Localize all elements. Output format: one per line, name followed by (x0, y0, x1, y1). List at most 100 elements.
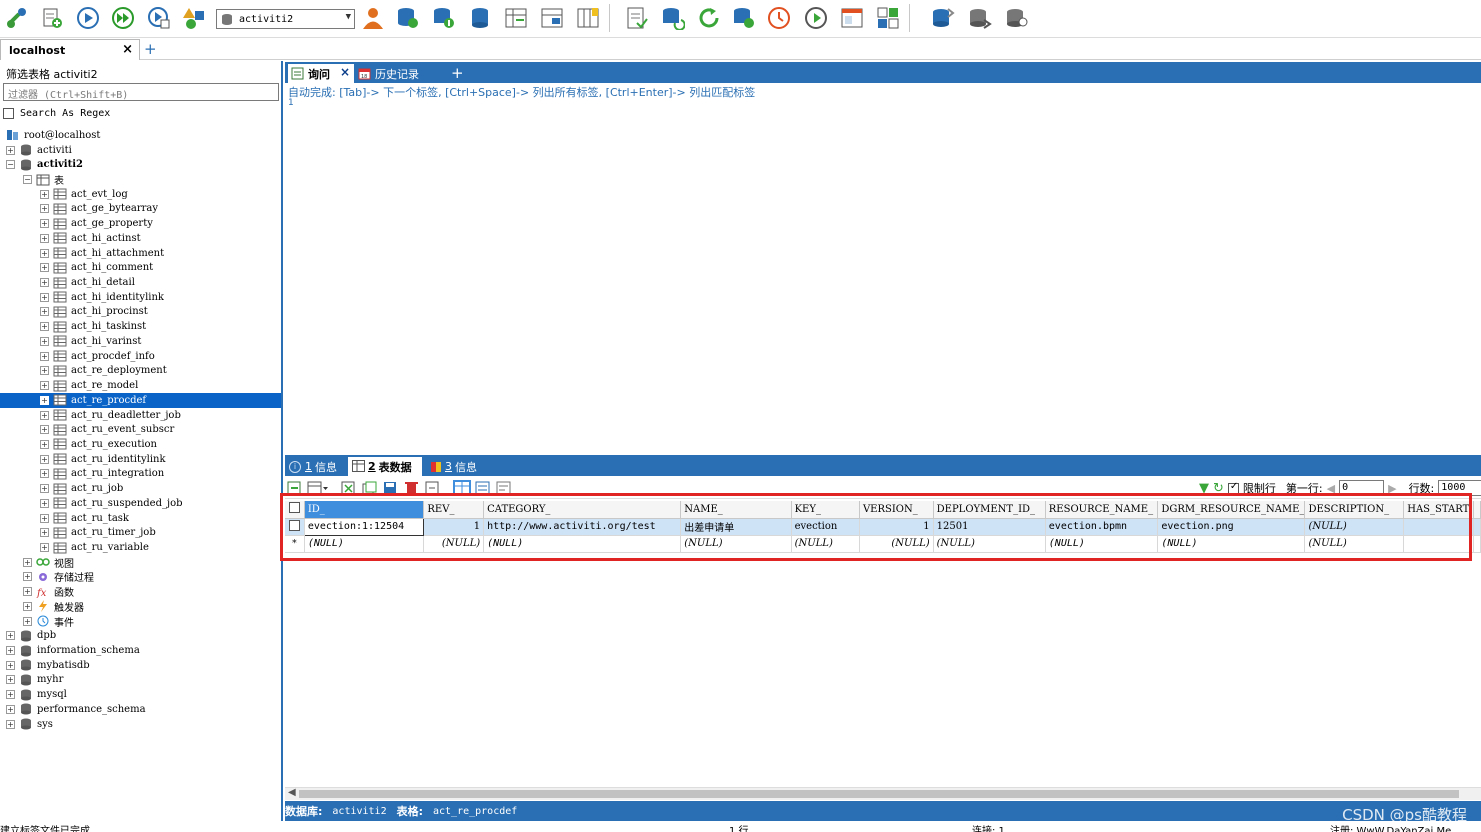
scroll-left-icon[interactable]: ◀ (288, 787, 296, 798)
expand-icon[interactable]: + (40, 425, 49, 435)
tree-item-table[interactable]: + act_ru_integration (40, 467, 164, 482)
tab-table-data[interactable]: 2 表数据 (348, 457, 422, 476)
tree-item[interactable]: − 表 (23, 172, 64, 187)
execute-icon[interactable] (76, 6, 100, 30)
tree-item[interactable]: + performance_schema (6, 702, 146, 717)
scheduler-icon[interactable] (804, 6, 828, 30)
layout-icon[interactable] (876, 6, 900, 30)
expand-icon[interactable]: + (40, 484, 49, 494)
schema-designer-icon[interactable] (183, 6, 207, 30)
new-query-icon[interactable] (40, 6, 64, 30)
tree-item[interactable]: + 事件 (23, 614, 74, 629)
tree-item[interactable]: + 触发器 (23, 599, 84, 614)
tree-item[interactable]: root@localhost (6, 128, 100, 143)
tree-item-table[interactable]: + act_hi_attachment (40, 246, 164, 261)
scroll-thumb[interactable] (299, 790, 1459, 798)
restore-icon[interactable] (732, 6, 756, 30)
execute-all-icon[interactable] (111, 6, 135, 30)
tree-item[interactable]: + mysql (6, 687, 67, 702)
expand-icon[interactable]: + (40, 439, 49, 449)
expand-icon[interactable]: + (23, 572, 32, 582)
expand-icon[interactable]: + (23, 557, 32, 567)
tree-item-table[interactable]: + act_hi_procinst (40, 305, 148, 320)
tree-item[interactable]: + fx 函数 (23, 584, 74, 599)
tree-item-table[interactable]: + act_ru_execution (40, 437, 157, 452)
tree-item-table[interactable]: + act_ru_timer_job (40, 525, 156, 540)
tree-item-table[interactable]: + act_ge_property (40, 216, 153, 231)
expand-icon[interactable]: + (40, 292, 49, 302)
tab-query[interactable]: 询问 × (288, 64, 354, 83)
expand-icon[interactable]: + (40, 248, 49, 258)
expand-icon[interactable]: + (6, 675, 15, 685)
expand-icon[interactable]: + (6, 719, 15, 729)
filter-input[interactable]: 过滤器 (Ctrl+Shift+B) (3, 83, 279, 101)
expand-icon[interactable]: + (40, 528, 49, 538)
backup-icon[interactable] (396, 6, 420, 30)
expand-icon[interactable]: + (40, 307, 49, 317)
connection-icon[interactable] (5, 6, 29, 30)
tree-item-table[interactable]: + act_hi_actinst (40, 231, 141, 246)
visual-compare-icon[interactable] (576, 6, 600, 30)
tree-item-table[interactable]: + act_ru_deadletter_job (40, 408, 181, 423)
expand-icon[interactable]: + (40, 381, 49, 391)
tree-item-table[interactable]: + act_re_model (40, 378, 138, 393)
tree-item-table[interactable]: + act_hi_identitylink (40, 290, 164, 305)
expand-icon[interactable]: + (23, 601, 32, 611)
tree-item-table[interactable]: + act_ru_identitylink (40, 452, 166, 467)
execute-step-icon[interactable] (147, 6, 171, 30)
database-transfer-icon[interactable] (968, 6, 992, 30)
expand-icon[interactable]: + (6, 145, 15, 155)
tree-item[interactable]: + myhr (6, 673, 63, 688)
tree-item-table[interactable]: + act_ru_event_subscr (40, 422, 174, 437)
window-icon[interactable] (840, 6, 864, 30)
connection-tab-localhost[interactable]: localhost × (0, 39, 140, 60)
expand-icon[interactable]: + (40, 263, 49, 273)
tree-item-table[interactable]: + act_evt_log (40, 187, 128, 202)
expand-icon[interactable]: + (40, 395, 49, 405)
expand-icon[interactable]: + (40, 278, 49, 288)
database-select[interactable]: activiti2 ▼ (216, 9, 355, 29)
tree-item[interactable]: + mybatisdb (6, 658, 90, 673)
expand-icon[interactable]: + (40, 498, 49, 508)
tree-item[interactable]: + 存储过程 (23, 570, 94, 584)
tree-item[interactable]: + dpb (6, 628, 56, 643)
tree-item[interactable]: + 视图 (23, 555, 74, 570)
tree-item-table[interactable]: + act_hi_varinst (40, 334, 141, 349)
tree-item-table[interactable]: + act_hi_detail (40, 275, 135, 290)
close-icon[interactable]: × (122, 42, 133, 57)
expand-icon[interactable]: + (40, 454, 49, 464)
expand-icon[interactable]: + (6, 704, 15, 714)
expand-icon[interactable]: + (6, 631, 15, 641)
expand-icon[interactable]: + (23, 616, 32, 626)
expand-icon[interactable]: + (40, 189, 49, 199)
expand-icon[interactable]: + (6, 646, 15, 656)
close-icon[interactable]: × (340, 65, 350, 79)
history-icon[interactable] (767, 6, 791, 30)
tree-item[interactable]: + sys (6, 717, 53, 732)
refresh-icon[interactable] (697, 6, 721, 30)
expand-icon[interactable]: + (23, 587, 32, 597)
add-connection-tab-button[interactable]: + (144, 40, 157, 58)
data-sync-icon[interactable] (504, 6, 528, 30)
tree-item[interactable]: − activiti2 (6, 157, 83, 172)
tree-item-table[interactable]: + act_ru_suspended_job (40, 496, 183, 511)
expand-icon[interactable]: + (40, 410, 49, 420)
user-manager-icon[interactable] (361, 6, 385, 30)
query-builder-icon[interactable] (625, 6, 649, 30)
query-editor[interactable] (285, 83, 1481, 453)
database-copy-icon[interactable] (931, 6, 955, 30)
tab-history[interactable]: 18 历史记录 (355, 64, 445, 83)
expand-icon[interactable]: + (40, 351, 49, 361)
tree-item-table[interactable]: + act_hi_comment (40, 260, 153, 275)
horizontal-scrollbar[interactable]: ◀ (285, 787, 1481, 800)
expand-icon[interactable]: + (40, 233, 49, 243)
expand-icon[interactable]: + (40, 322, 49, 332)
tree-item-table[interactable]: + act_ru_variable (40, 540, 149, 555)
regex-checkbox[interactable] (3, 108, 14, 119)
expand-icon[interactable]: + (40, 204, 49, 214)
expand-icon[interactable]: + (40, 366, 49, 376)
tab-info-3[interactable]: 3 信息 (431, 457, 477, 476)
add-query-tab-button[interactable]: + (451, 64, 464, 82)
import-icon[interactable] (432, 6, 456, 30)
tab-info-1[interactable]: i 1 信息 (289, 457, 337, 476)
